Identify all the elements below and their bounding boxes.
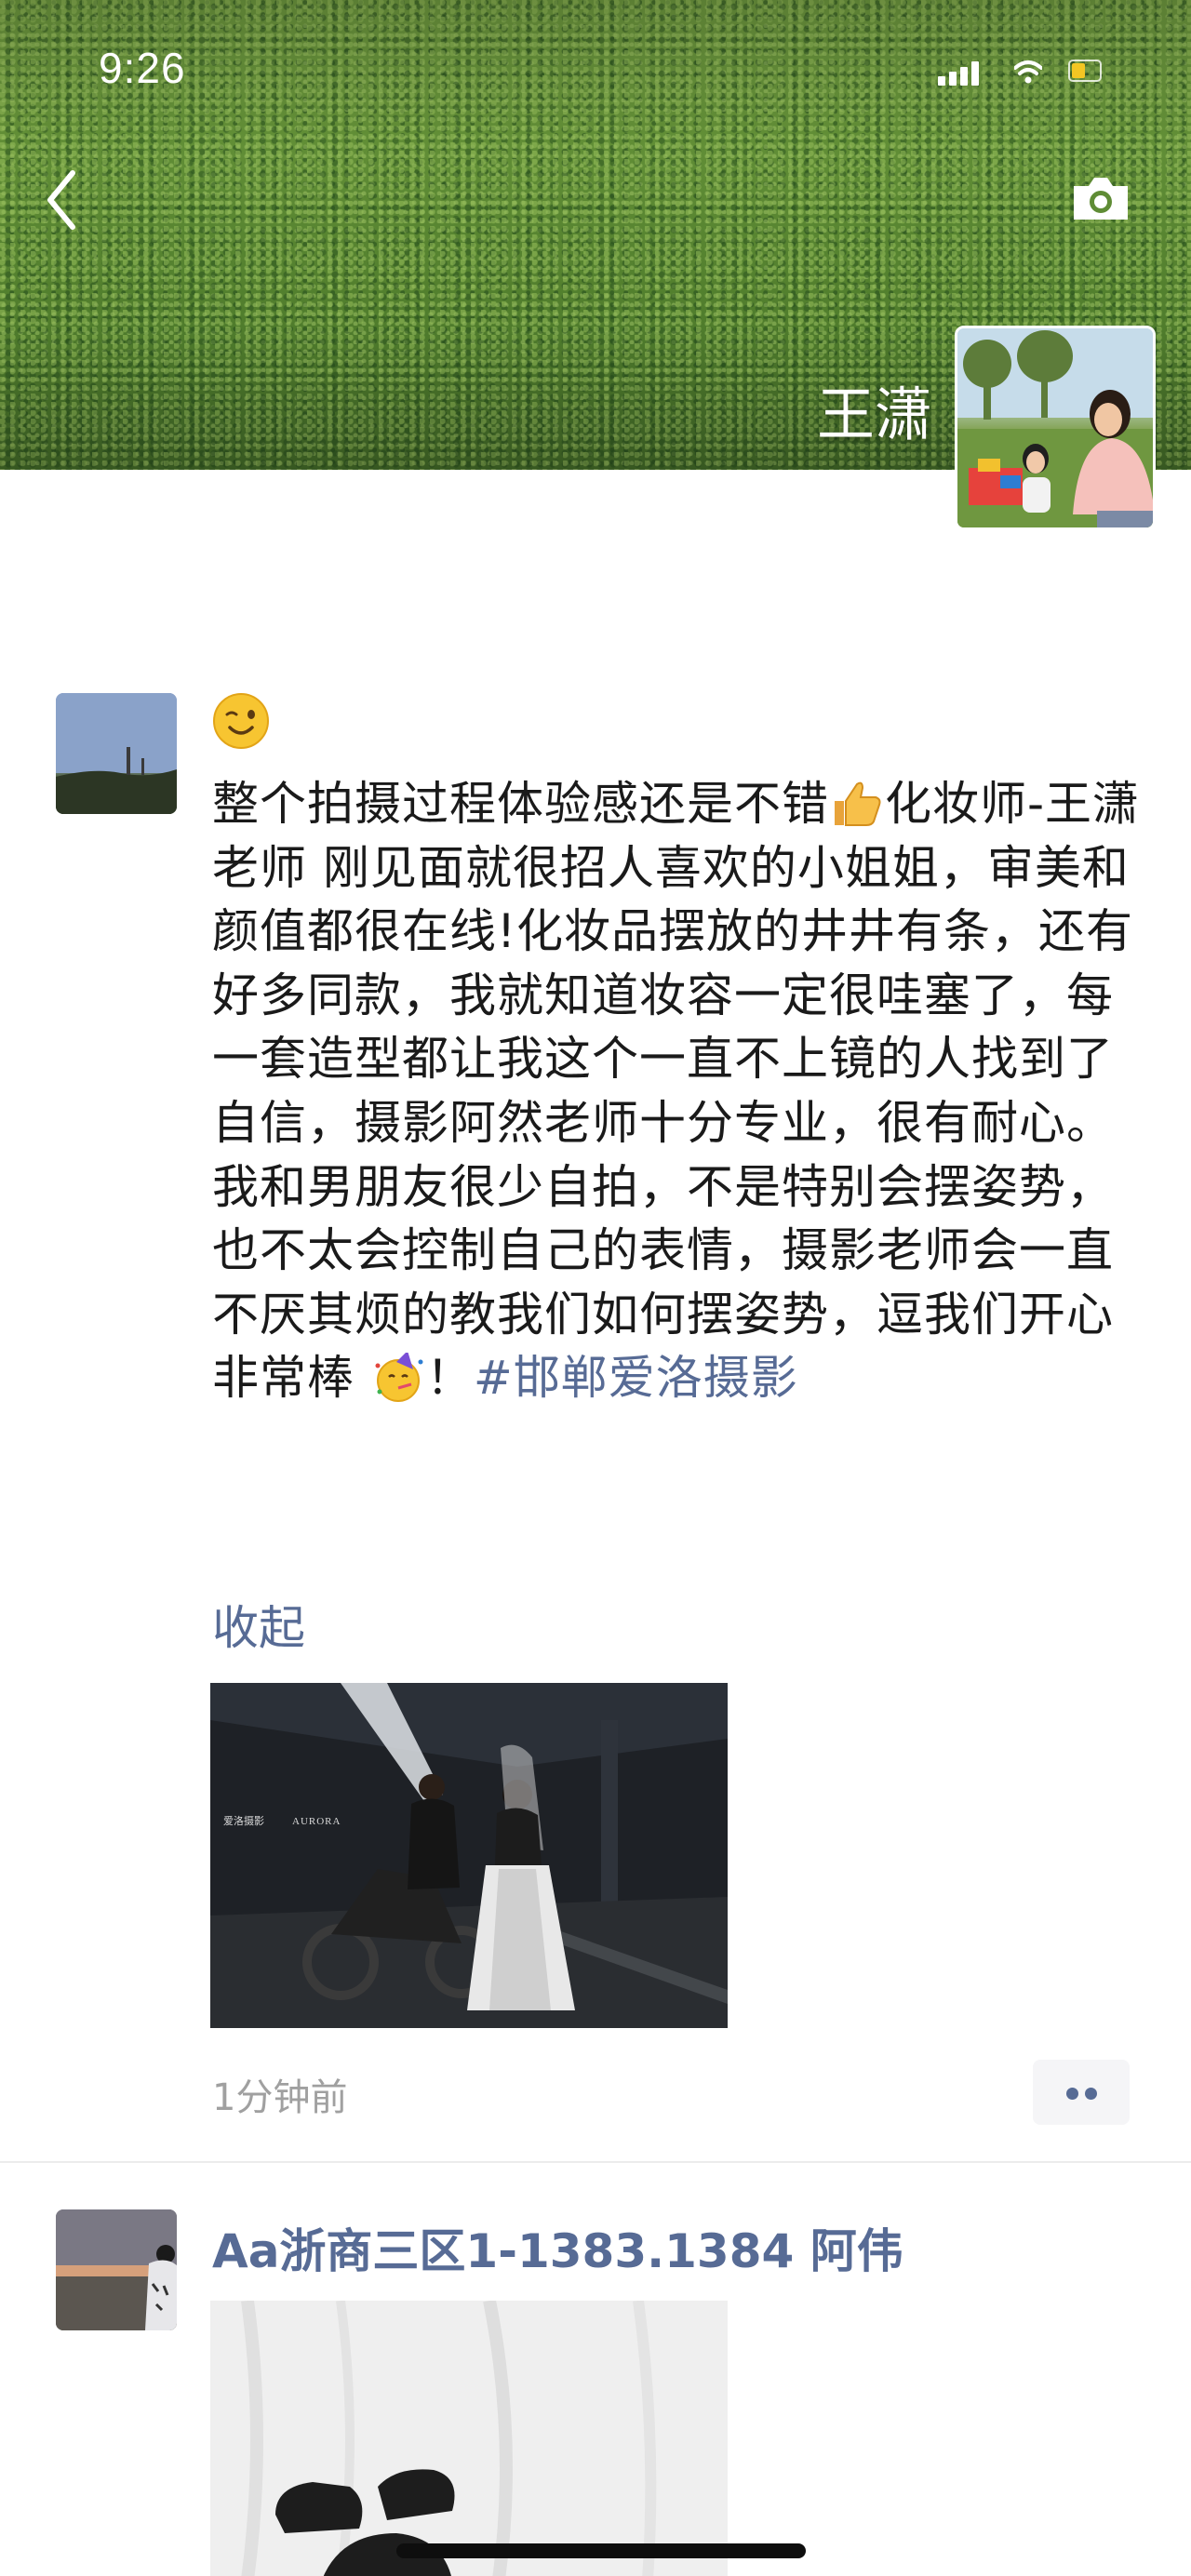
winking-face-icon [213,693,269,749]
signal-icon [938,76,945,86]
post-text-part1: 整个拍摄过程体验感还是不错 [212,777,829,831]
status-time: 9:26 [99,44,186,92]
partying-face-icon [375,1353,423,1403]
owner-avatar-photo [957,328,1153,527]
owner-avatar[interactable] [955,326,1156,530]
status-icons [938,60,1105,86]
post-photo-image [210,2301,728,2576]
camera-icon[interactable] [1070,173,1131,223]
post-author-name[interactable]: Aa浙商三区1-1383.1384 阿伟 [212,2214,903,2281]
thumbs-up-icon [835,781,881,826]
dot-icon [1066,2088,1078,2100]
avatar-photo [56,2209,177,2330]
photo-watermark-cn: 爱洛摄影 [223,1814,264,1827]
collapse-link[interactable]: 收起 [212,1591,305,1658]
wifi-icon [1014,60,1042,84]
post-divider [0,2161,1191,2163]
post-photo[interactable] [210,2301,728,2576]
post-author-avatar[interactable] [56,2209,177,2330]
post-author-avatar[interactable] [56,693,177,814]
home-indicator [396,2543,806,2558]
post-photo[interactable]: 爱洛摄影 AURORA [210,1683,728,2028]
more-actions-button[interactable] [1033,2060,1130,2125]
battery-icon [1068,60,1102,82]
post-text: 整个拍摄过程体验感还是不错 化妆师-王潇老师 刚见面就很招人喜欢的小姐姐，审美和… [212,772,1143,1410]
post-time: 1分钟前 [212,2076,348,2119]
signal-bar [971,61,979,86]
photo-watermark-en: AURORA [292,1816,341,1827]
signal-bar [960,67,968,86]
post-text-part3: ！ [425,1351,474,1406]
post-text-part2: 化妆师-王潇老师 刚见面就很招人喜欢的小姐姐，审美和颜值都很在线!化妆品摆放的井… [212,777,1141,1406]
avatar-photo [56,693,177,814]
dot-icon [1085,2088,1097,2100]
owner-name: 王潇 [816,380,932,448]
post-photo-image: 爱洛摄影 AURORA [210,1683,728,2028]
signal-bar [949,72,957,86]
hashtag-link[interactable]: #邯郸爱洛摄影 [474,1351,798,1405]
back-icon[interactable] [43,167,80,233]
